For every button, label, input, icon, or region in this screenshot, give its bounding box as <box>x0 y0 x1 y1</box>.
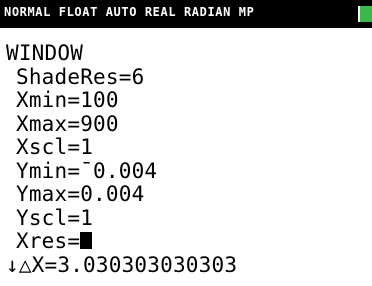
block-cursor-icon <box>80 232 93 249</box>
shaderes-field[interactable]: ShadeRes=6 <box>6 65 237 90</box>
xmax-field[interactable]: Xmax=900 <box>6 112 237 137</box>
xres-label: Xres= <box>16 229 81 253</box>
delta-x-readout[interactable]: ↓△X=3.030303030303 <box>6 253 237 278</box>
xscl-field[interactable]: Xscl=1 <box>6 135 237 160</box>
status-bar: NORMAL FLOAT AUTO REAL RADIAN MP <box>0 0 372 28</box>
xres-field[interactable]: Xres= <box>6 229 237 254</box>
ymax-field[interactable]: Ymax=0.004 <box>6 182 237 207</box>
status-text: NORMAL FLOAT AUTO REAL RADIAN MP <box>4 5 255 19</box>
ymin-field[interactable]: Ymin=¯0.004 <box>6 159 237 184</box>
window-title: WINDOW <box>6 41 84 65</box>
calculator-screen: NORMAL FLOAT AUTO REAL RADIAN MP WINDOW … <box>0 0 372 286</box>
window-menu: WINDOW ShadeRes=6 Xmin=100 Xmax=900 Xscl… <box>6 41 237 278</box>
battery-icon <box>358 6 372 22</box>
xmin-field[interactable]: Xmin=100 <box>6 88 237 113</box>
yscl-field[interactable]: Yscl=1 <box>6 206 237 231</box>
